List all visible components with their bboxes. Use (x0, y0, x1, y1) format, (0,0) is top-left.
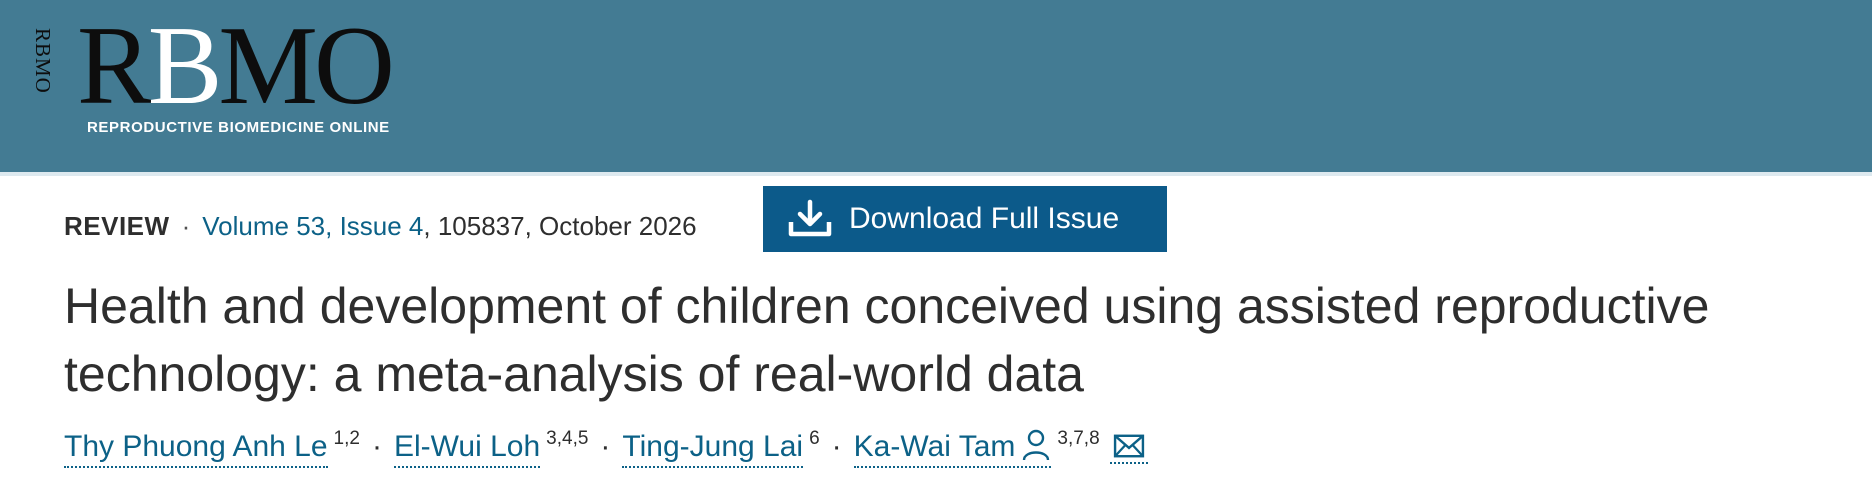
article-number-date: , 105837, October 2026 (423, 210, 697, 241)
wordmark-mo: MO (218, 4, 394, 128)
journal-banner: RBMO RBMO REPRODUCTIVE BIOMEDICINE ONLIN… (0, 0, 1872, 172)
author-affiliations: 1,2 (333, 428, 360, 449)
journal-tagline: REPRODUCTIVE BIOMEDICINE ONLINE (87, 119, 390, 136)
article-type: REVIEW (64, 210, 170, 241)
author-list: Thy Phuong Anh Le 1,2 · El-Wui Loh 3,4,5… (64, 428, 1148, 474)
author-link-corresponding[interactable]: Ka-Wai Tam (853, 428, 1052, 468)
vertical-logo: RBMO (31, 28, 55, 94)
download-full-issue-button[interactable]: Download Full Issue (763, 186, 1167, 252)
meta-separator: · (181, 210, 191, 241)
author-affiliations: 6 (809, 428, 820, 449)
author-link[interactable]: Ting-Jung Lai (622, 428, 804, 468)
banner-divider (0, 172, 1872, 176)
author-link[interactable]: Thy Phuong Anh Le (64, 428, 328, 468)
download-button-label: Download Full Issue (849, 202, 1120, 235)
author-separator: · (831, 430, 842, 463)
article-title: Health and development of children conce… (64, 278, 1710, 402)
author-separator: · (600, 430, 611, 463)
author-name: Ka-Wai Tam (853, 430, 1016, 463)
author-separator: · (371, 430, 382, 463)
wordmark-b: B (147, 4, 223, 128)
author-link[interactable]: El-Wui Loh (393, 428, 541, 468)
author-affiliations: 3,7,8 (1057, 428, 1100, 449)
person-icon (1023, 429, 1050, 461)
journal-wordmark[interactable]: RBMO (77, 4, 395, 128)
wordmark-r: R (77, 4, 152, 128)
volume-issue-link[interactable]: Volume 53, Issue 4 (202, 211, 423, 242)
email-icon[interactable] (1109, 430, 1148, 464)
download-icon (788, 199, 832, 237)
article-meta: REVIEW · Volume 53, Issue 4 , 105837, Oc… (64, 208, 697, 244)
author-affiliations: 3,4,5 (546, 428, 589, 449)
